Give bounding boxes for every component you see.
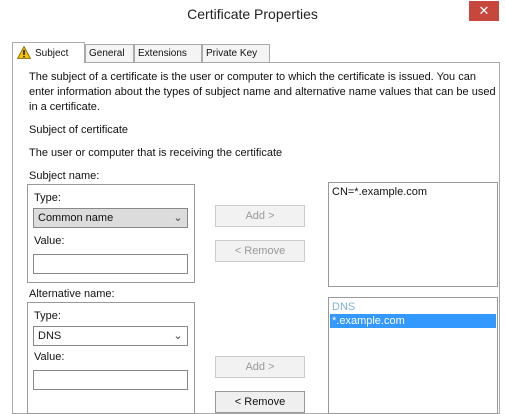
subject-description: The subject of a certificate is the user…: [29, 71, 496, 113]
tab-general-label: General: [89, 48, 125, 59]
alternative-type-value: DNS: [38, 330, 62, 342]
warning-icon: [17, 46, 31, 59]
alternative-name-label: Alternative name:: [29, 288, 115, 300]
alternative-type-label: Type:: [34, 310, 61, 322]
list-item[interactable]: *.example.com: [330, 314, 496, 328]
chevron-down-icon: ⌄: [173, 330, 183, 342]
tab-private-key[interactable]: Private Key: [202, 44, 270, 62]
list-category-dns: DNS: [332, 301, 356, 313]
alternative-remove-button[interactable]: < Remove: [215, 391, 305, 413]
section-title: Subject of certificate: [29, 124, 129, 136]
subject-remove-button[interactable]: < Remove: [215, 240, 305, 262]
tab-private-key-label: Private Key: [206, 48, 258, 59]
tab-extensions[interactable]: Extensions: [134, 44, 202, 62]
window-title: Certificate Properties: [187, 6, 318, 22]
title-bar: Certificate Properties ✕: [0, 0, 505, 29]
subject-type-select[interactable]: Common name ⌄: [33, 208, 188, 228]
list-item[interactable]: CN=*.example.com: [330, 185, 496, 199]
subject-add-button[interactable]: Add >: [215, 205, 305, 227]
chevron-down-icon: ⌄: [173, 212, 183, 224]
tab-subject-label: Subject: [35, 48, 69, 59]
alternative-value-label: Value:: [34, 351, 65, 363]
alternative-value-input[interactable]: [33, 370, 188, 390]
tab-subject[interactable]: Subject: [12, 42, 85, 63]
subject-type-label: Type:: [34, 192, 61, 204]
alternative-add-button[interactable]: Add >: [215, 356, 305, 378]
subject-value-input[interactable]: [33, 254, 188, 274]
certificate-properties-dialog: Certificate Properties ✕ Subject General…: [0, 0, 505, 414]
subject-name-list[interactable]: CN=*.example.com: [328, 182, 498, 287]
alternative-type-select[interactable]: DNS ⌄: [33, 326, 188, 346]
tab-extensions-label: Extensions: [138, 48, 187, 59]
tab-general[interactable]: General: [85, 44, 134, 62]
section-subtitle: The user or computer that is receiving t…: [29, 147, 283, 159]
alternative-name-list[interactable]: DNS *.example.com: [328, 297, 498, 414]
subject-name-label: Subject name:: [29, 170, 100, 182]
subject-type-value: Common name: [38, 212, 114, 224]
close-button[interactable]: ✕: [469, 1, 499, 21]
subject-value-label: Value:: [34, 235, 65, 247]
